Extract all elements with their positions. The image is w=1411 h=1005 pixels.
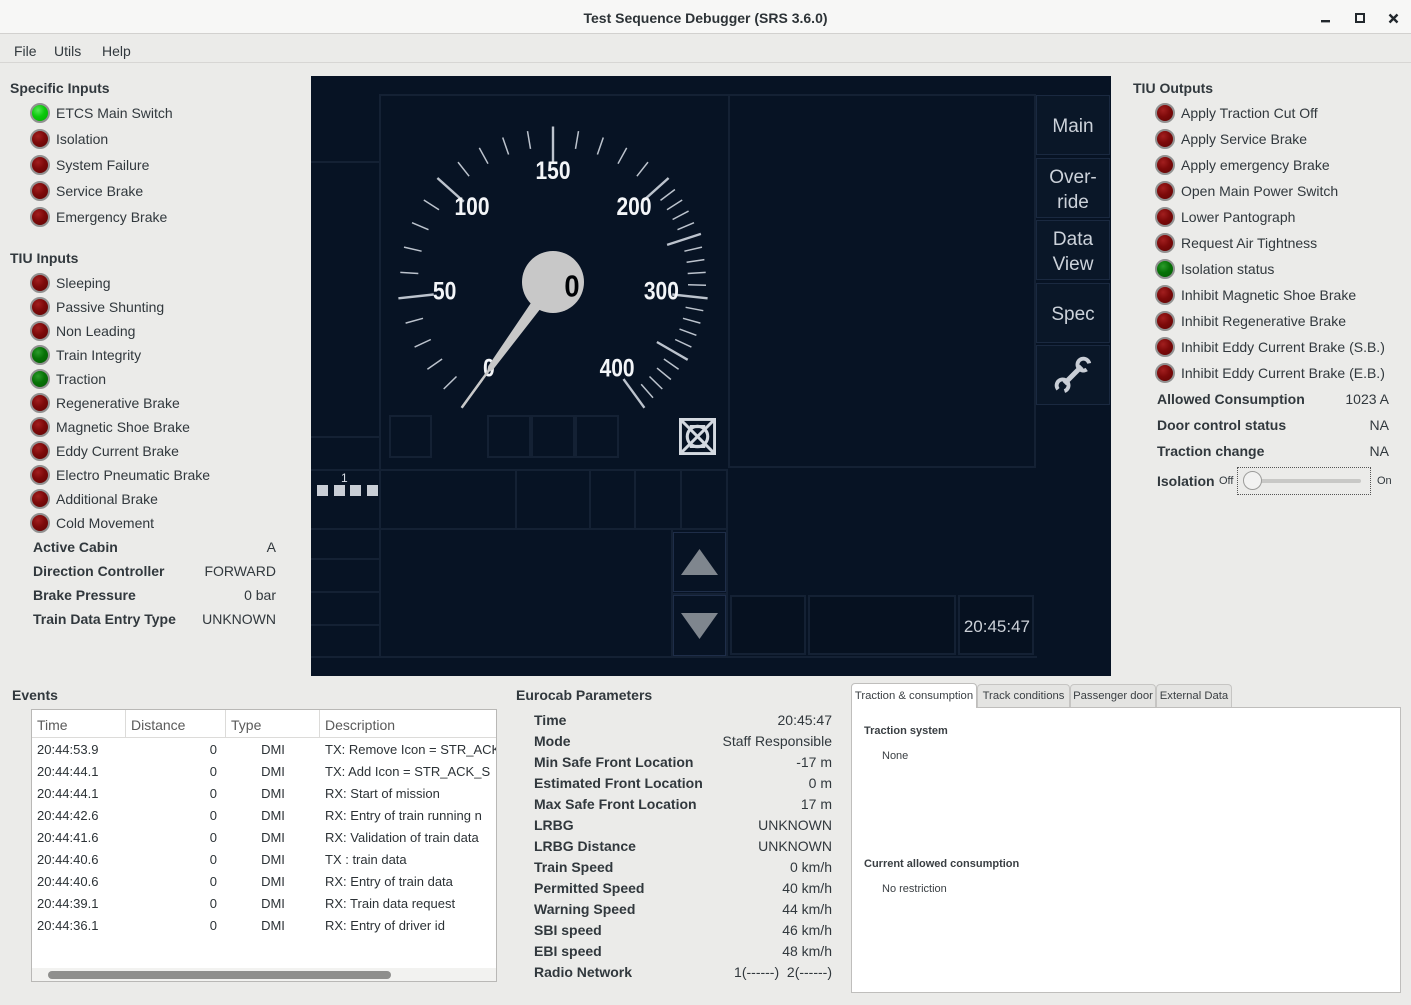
svg-text:400: 400 [600, 354, 635, 382]
svg-text:0: 0 [564, 269, 579, 304]
svg-text:300: 300 [644, 278, 679, 306]
svg-text:150: 150 [536, 157, 571, 185]
svg-text:50: 50 [433, 278, 457, 306]
svg-text:100: 100 [455, 193, 490, 221]
svg-text:200: 200 [617, 193, 652, 221]
